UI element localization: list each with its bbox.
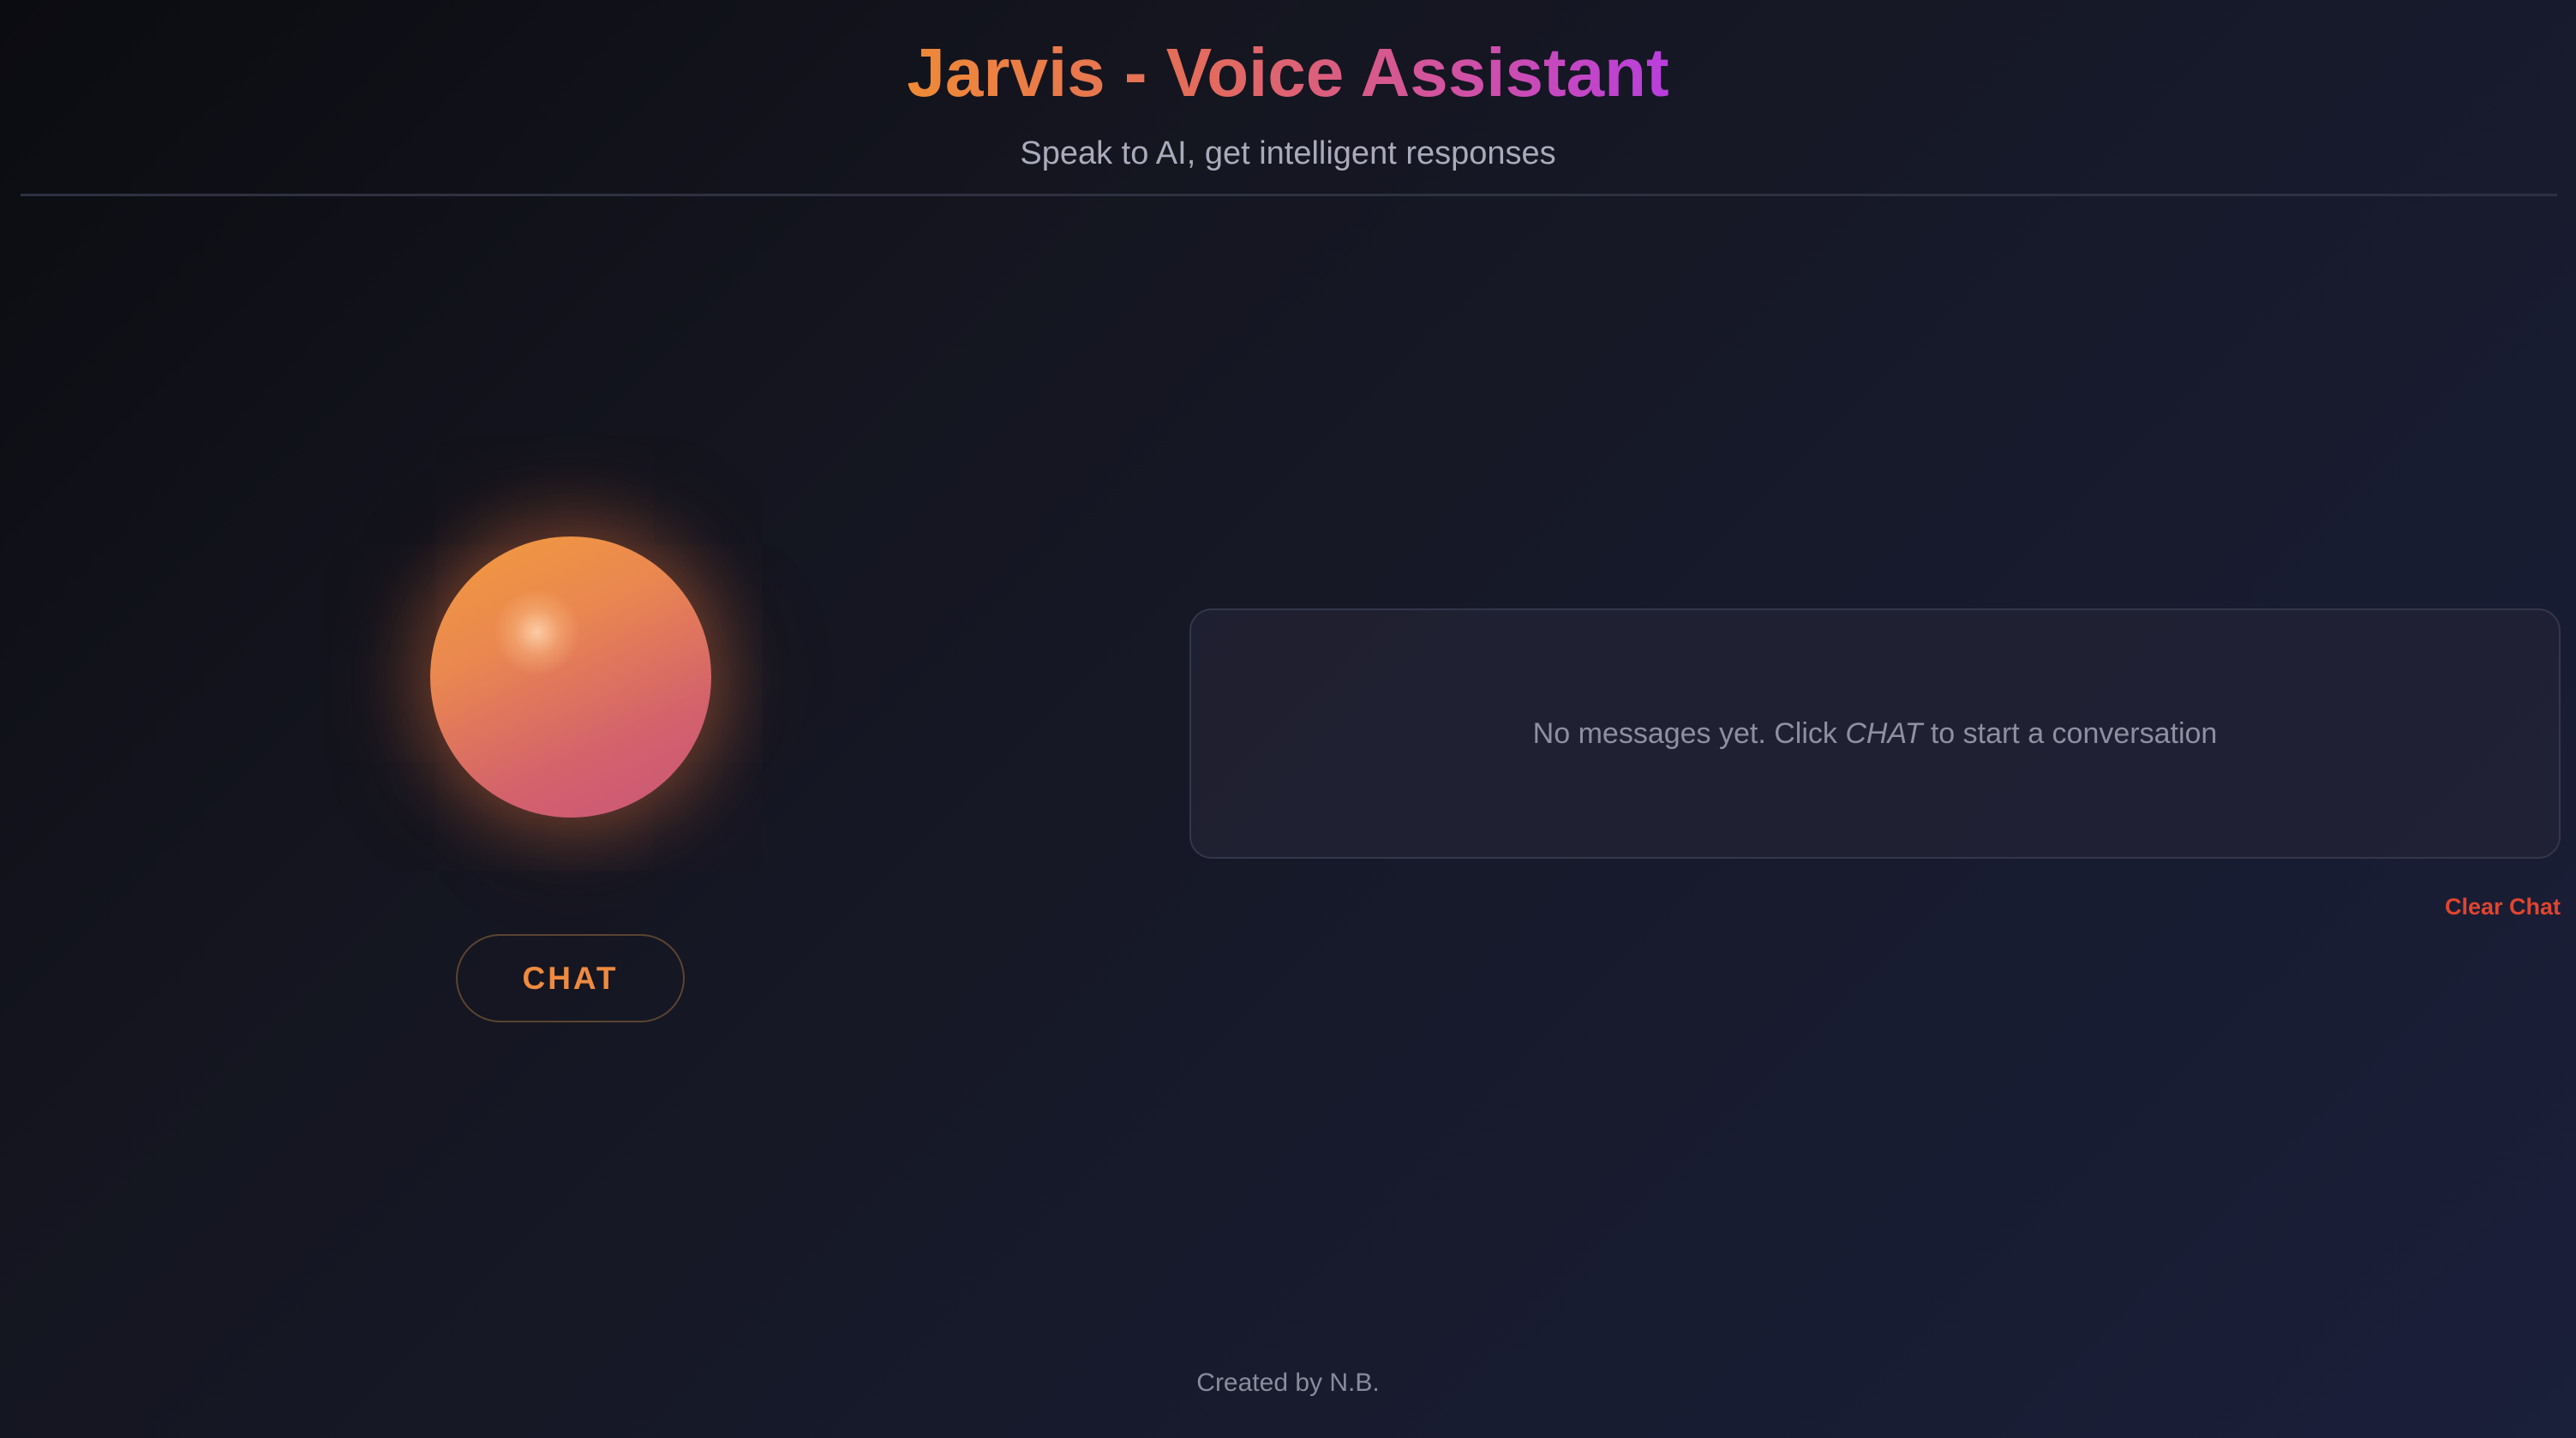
- page-header: Jarvis - Voice Assistant Speak to AI, ge…: [0, 0, 2576, 199]
- empty-message-prefix: No messages yet. Click: [1532, 717, 1846, 750]
- page-subtitle: Speak to AI, get intelligent responses: [1020, 135, 1556, 171]
- empty-conversation-message: No messages yet. Click CHAT to start a c…: [1533, 715, 2218, 752]
- page-title: Jarvis - Voice Assistant: [0, 26, 2576, 120]
- chat-button[interactable]: CHAT: [456, 934, 685, 1022]
- footer-credit: Created by N.B.: [1196, 1369, 1380, 1397]
- page-title-text: Jarvis - Voice Assistant: [907, 34, 1669, 111]
- voice-orb-icon: [430, 536, 711, 818]
- clear-chat-button[interactable]: Clear Chat: [2445, 891, 2561, 922]
- empty-message-emphasis: CHAT: [1845, 717, 1923, 750]
- assistant-orb-container: [430, 536, 711, 818]
- empty-message-suffix: to start a conversation: [1922, 717, 2218, 750]
- conversation-panel: No messages yet. Click CHAT to start a c…: [1189, 608, 2561, 859]
- header-divider: [21, 194, 2557, 196]
